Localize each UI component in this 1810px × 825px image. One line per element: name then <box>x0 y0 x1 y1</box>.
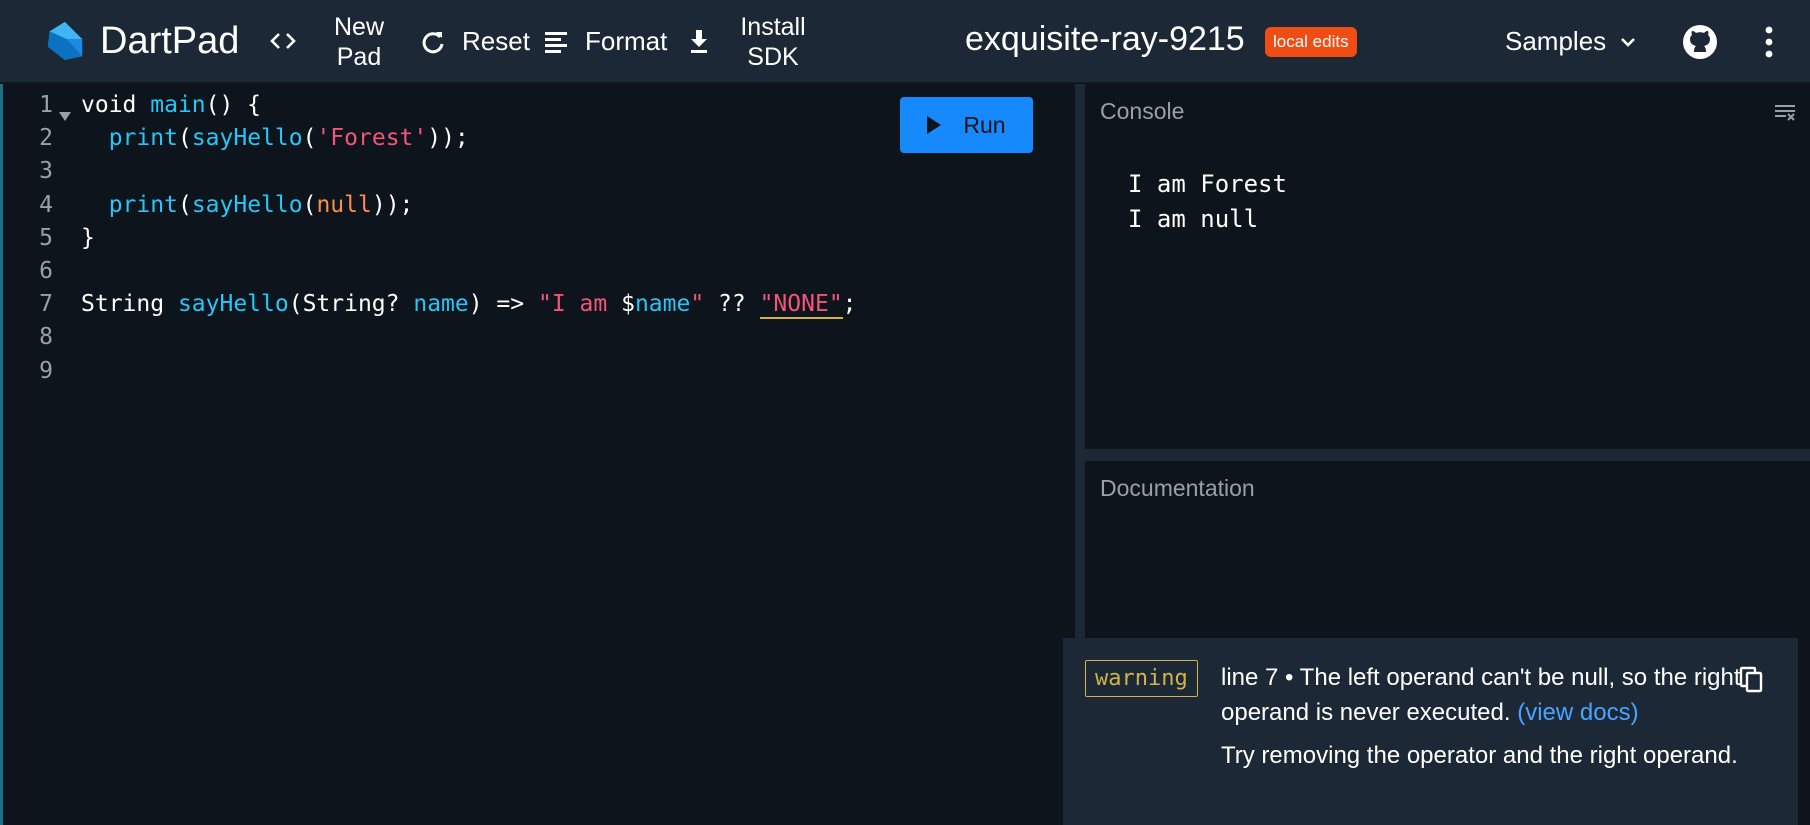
fold-arrow-icon[interactable] <box>59 112 71 121</box>
code-token: " <box>690 291 705 318</box>
line-number: 2 <box>39 125 53 152</box>
download-icon <box>684 26 714 56</box>
code-token: ) => <box>468 291 538 318</box>
console-panel: Console I am Forest I am null <box>1085 84 1810 449</box>
new-pad-icon-wrap[interactable] <box>268 26 312 56</box>
line-number: 3 <box>39 158 53 185</box>
code-token: $ <box>621 291 635 318</box>
issue-fix: Try removing the operator and the right … <box>1221 742 1738 769</box>
samples-label: Samples <box>1505 26 1607 56</box>
code-token: name <box>413 291 469 318</box>
code-token: "I am <box>537 291 622 318</box>
app-brand[interactable]: DartPad <box>100 20 239 63</box>
pad-title[interactable]: exquisite-ray-9215 <box>965 20 1245 59</box>
format-icon <box>541 27 571 57</box>
code-token: ; <box>842 291 857 318</box>
new-pad-label-2: Pad <box>336 43 382 71</box>
line-number: 6 <box>39 258 53 284</box>
dart-logo-icon[interactable] <box>40 18 86 64</box>
code-token: null <box>316 191 372 218</box>
run-button[interactable]: Run <box>900 97 1033 153</box>
new-pad-button[interactable]: New Pad <box>324 12 394 72</box>
format-button[interactable]: Format <box>541 26 667 57</box>
code-token: ( <box>302 125 317 152</box>
view-docs-link[interactable]: (view docs) <box>1517 699 1638 726</box>
chevron-down-icon <box>1621 37 1636 47</box>
play-icon <box>927 116 942 134</box>
code-token: void <box>81 92 151 118</box>
code-token: () { <box>205 92 262 118</box>
code-icon <box>268 26 298 56</box>
reset-button[interactable]: Reset <box>418 26 530 57</box>
line-number: 9 <box>39 357 53 384</box>
code-token: ( <box>177 125 192 152</box>
warning-badge: warning <box>1085 660 1198 697</box>
issue-text: line 7 • The left operand can't be null,… <box>1221 664 1741 726</box>
samples-dropdown[interactable]: Samples <box>1505 26 1638 57</box>
code-line[interactable]: void main() { <box>81 92 261 118</box>
app-header: DartPad New Pad Reset Format Install SDK… <box>0 0 1810 83</box>
line-number: 7 <box>39 291 53 318</box>
code-token: ( <box>177 191 192 218</box>
code-line[interactable]: print(sayHello(null)); <box>81 191 414 218</box>
code-token: )); <box>371 191 414 218</box>
issue-message: line 7 • The left operand can't be null,… <box>1221 660 1741 730</box>
github-icon[interactable] <box>1682 24 1718 60</box>
documentation-title: Documentation <box>1100 475 1255 501</box>
code-token: name <box>634 291 691 318</box>
code-line[interactable]: String sayHello(String? name) => "I am $… <box>81 291 857 320</box>
code-token: (String? <box>288 291 414 318</box>
code-token: )); <box>427 125 469 152</box>
code-token: 'Forest' <box>316 125 428 152</box>
install-label-1: Install <box>740 13 806 41</box>
install-sdk-button[interactable]: Install SDK <box>736 12 810 72</box>
code-token: ( <box>302 191 317 218</box>
console-line: I am Forest <box>1128 170 1287 198</box>
reset-label: Reset <box>462 26 530 56</box>
clear-console-icon[interactable] <box>1774 102 1796 122</box>
code-token: ?? <box>704 291 760 318</box>
code-token: sayHello <box>191 191 303 218</box>
format-label: Format <box>585 26 668 56</box>
status-badge: local edits <box>1265 27 1357 57</box>
code-token: "NONE" <box>759 291 843 320</box>
run-label: Run <box>963 111 1006 138</box>
install-label-2: SDK <box>747 43 799 71</box>
code-token: } <box>81 224 95 251</box>
line-number: 4 <box>39 191 53 218</box>
issue-panel: warning line 7 • The left operand can't … <box>1063 638 1798 825</box>
code-line[interactable]: } <box>81 225 95 251</box>
copy-icon[interactable] <box>1739 666 1765 694</box>
code-token: sayHello <box>191 125 303 152</box>
console-title: Console <box>1100 98 1185 124</box>
horizontal-splitter[interactable] <box>1085 449 1810 461</box>
line-number: 8 <box>39 324 53 351</box>
more-vert-icon[interactable] <box>1762 24 1776 60</box>
refresh-icon <box>418 27 448 57</box>
download-icon-wrap[interactable] <box>684 26 728 56</box>
new-pad-label-1: New <box>333 13 384 41</box>
code-token: main <box>150 92 206 118</box>
line-number: 1 <box>39 92 53 118</box>
code-token: sayHello <box>177 291 289 318</box>
line-number: 5 <box>39 224 53 251</box>
code-token: String <box>81 291 178 318</box>
code-token: print <box>108 125 178 152</box>
code-editor[interactable]: 123456789 void main() { print(sayHello('… <box>0 84 1075 825</box>
console-line: I am null <box>1128 205 1259 233</box>
code-token: print <box>108 191 178 218</box>
code-line[interactable]: print(sayHello('Forest')); <box>81 125 469 151</box>
